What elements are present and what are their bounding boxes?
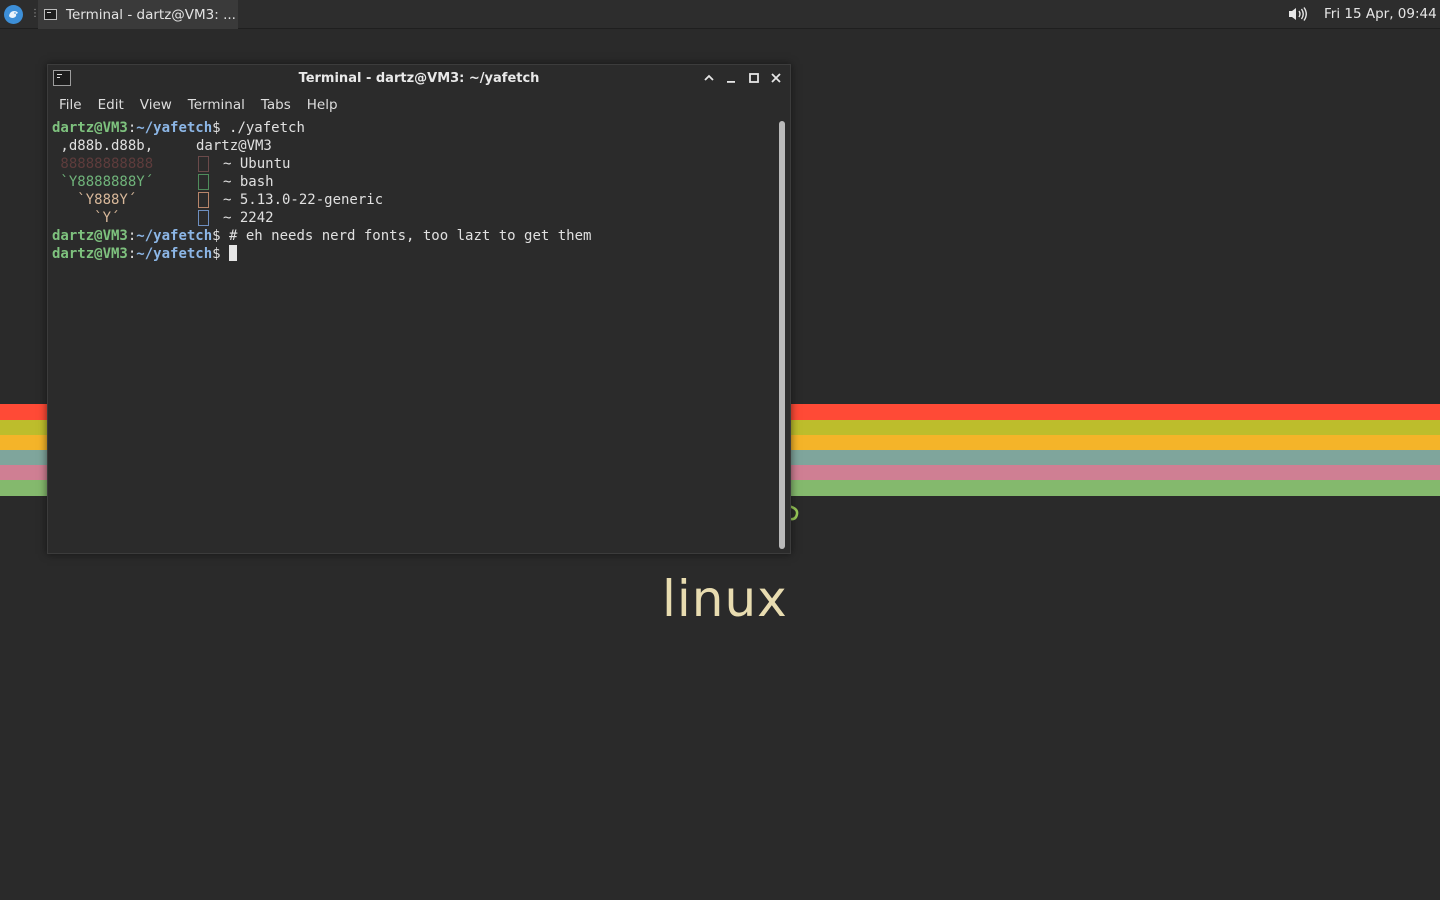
prompt-user: dartz@VM3 <box>52 228 128 244</box>
terminal-line: 88888888888 ~ Ubuntu <box>52 155 776 173</box>
prompt-dir: ~/yafetch <box>136 246 213 262</box>
fetch-packages: ~ 2242 <box>223 210 274 226</box>
terminal-line: `Y´ ~ 2242 <box>52 209 776 227</box>
prompt-user: dartz@VM3 <box>52 246 128 262</box>
maximize-button[interactable] <box>745 69 763 87</box>
command-text: # eh needs nerd fonts, too lazt to get t… <box>229 228 592 244</box>
terminal-line: dartz@VM3:~/yafetch$ # eh needs nerd fon… <box>52 228 592 244</box>
scrollbar[interactable] <box>779 121 785 549</box>
prompt-dir: ~/yafetch <box>136 228 213 244</box>
clock[interactable]: Fri 15 Apr, 09:44 <box>1324 6 1437 22</box>
fetch-os: ~ Ubuntu <box>223 156 291 172</box>
fetch-shell: ~ bash <box>223 174 274 190</box>
menu-file[interactable]: File <box>59 97 82 113</box>
terminal-line: ,d88b.d88b, dartz@VM3 <box>52 137 776 155</box>
ascii-art: `Y888Y´ <box>52 192 137 208</box>
missing-glyph-icon <box>198 174 209 190</box>
text-cursor <box>229 245 238 261</box>
window-title: Terminal - dartz@VM3: ~/yafetch <box>298 71 540 86</box>
terminal-window[interactable]: Terminal - dartz@VM3: ~/yafetch File Edi… <box>47 64 791 554</box>
title-bar[interactable]: Terminal - dartz@VM3: ~/yafetch <box>48 65 790 93</box>
terminal-icon <box>44 9 57 20</box>
terminal-line: dartz@VM3:~/yafetch$ <box>52 245 776 263</box>
wallpaper-text: linux <box>662 570 788 628</box>
ascii-art: 88888888888 <box>52 156 154 172</box>
taskbar-item-label: Terminal - dartz@VM3: ... <box>66 6 236 23</box>
taskbar-item-terminal[interactable]: Terminal - dartz@VM3: ... <box>38 0 238 29</box>
prompt-dir: ~/yafetch <box>136 120 213 136</box>
missing-glyph-icon <box>198 192 209 208</box>
close-button[interactable] <box>767 69 785 87</box>
volume-icon[interactable] <box>1287 6 1309 22</box>
fetch-kernel: ~ 5.13.0-22-generic <box>223 192 384 208</box>
menu-terminal[interactable]: Terminal <box>188 97 245 113</box>
command-text: ./yafetch <box>229 120 305 136</box>
ascii-art: ,d88b.d88b, <box>52 138 154 154</box>
minimize-button[interactable] <box>722 69 740 87</box>
top-panel: ⋮ Terminal - dartz@VM3: ... Fri 15 Apr, … <box>0 0 1440 29</box>
menu-view[interactable]: View <box>140 97 172 113</box>
menu-help[interactable]: Help <box>307 97 338 113</box>
fetch-host: dartz@VM3 <box>196 138 272 154</box>
menu-bar: File Edit View Terminal Tabs Help <box>48 93 790 117</box>
terminal-line: dartz@VM3:~/yafetch$ ./yafetch <box>52 120 305 136</box>
prompt-user: dartz@VM3 <box>52 120 128 136</box>
ascii-art: `Y´ <box>52 210 120 226</box>
terminal-line: `Y8888888Y´ ~ bash <box>52 173 776 191</box>
ascii-art: `Y8888888Y´ <box>52 174 154 190</box>
shade-button[interactable] <box>700 69 718 87</box>
menu-edit[interactable]: Edit <box>98 97 124 113</box>
missing-glyph-icon <box>198 156 209 172</box>
terminal-output[interactable]: dartz@VM3:~/yafetch$ ./yafetch ,d88b.d88… <box>52 119 776 549</box>
terminal-line: `Y888Y´ ~ 5.13.0-22-generic <box>52 191 776 209</box>
scrollbar-thumb[interactable] <box>779 121 785 549</box>
whisker-menu-icon[interactable] <box>4 5 23 24</box>
missing-glyph-icon <box>198 210 209 226</box>
menu-tabs[interactable]: Tabs <box>261 97 291 113</box>
